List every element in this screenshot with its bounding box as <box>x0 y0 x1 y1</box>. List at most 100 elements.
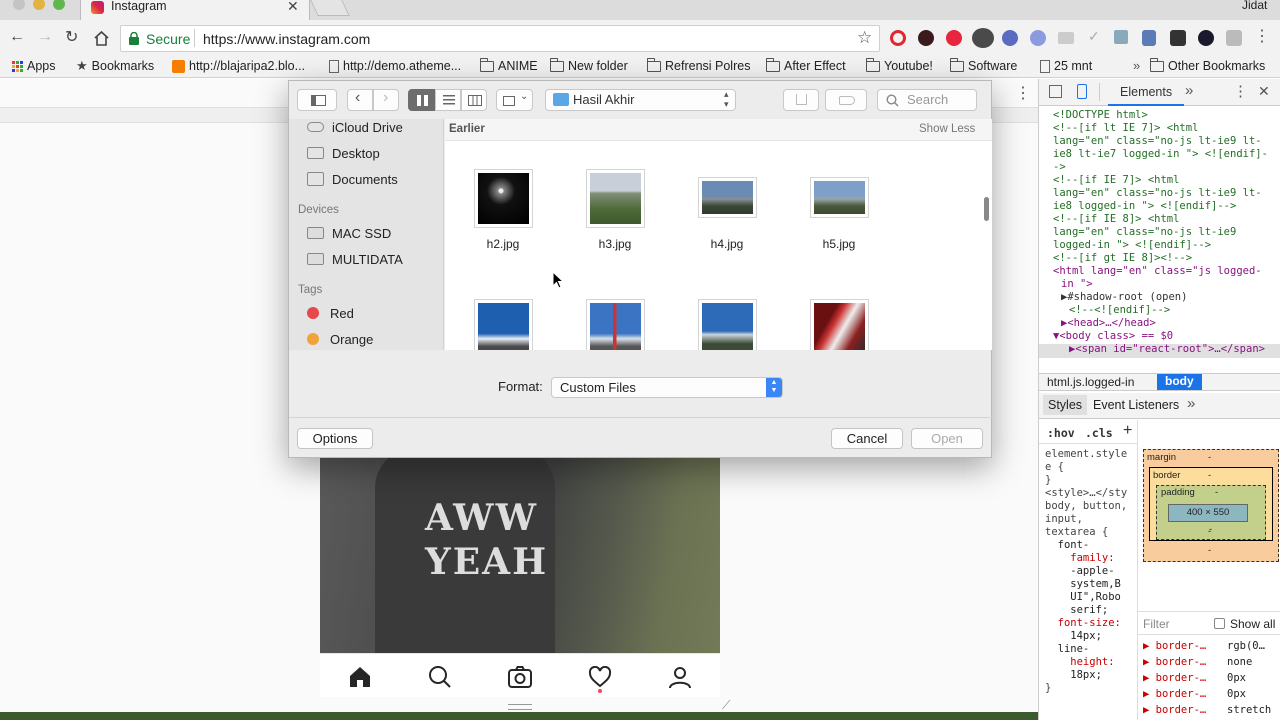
bookmark-after-effect[interactable]: After Effect <box>765 57 846 74</box>
computed-list[interactable]: ▶ border-… rgb(0… ▶ border-… none ▶ border-…… <box>1143 640 1280 720</box>
resize-handle[interactable] <box>508 704 532 710</box>
dom-tree-line[interactable]: ▶#shadow-root (open) <box>1043 291 1280 304</box>
column-view-button[interactable] <box>461 89 487 111</box>
show-all-checkbox[interactable] <box>1214 618 1225 629</box>
share-button[interactable] <box>783 89 819 111</box>
box-model-border[interactable]: border - padding - 400 × 550 - - <box>1149 467 1273 541</box>
file-name-h4[interactable]: h4.jpg <box>687 237 767 251</box>
video-extension-icon[interactable] <box>1058 32 1074 44</box>
tab-instagram[interactable]: Instagram ✕ <box>80 0 310 20</box>
sidebar-item-documents[interactable]: Documents <box>307 169 398 189</box>
dom-tree-line[interactable]: ie8 logged-in "> <![endif]--> <box>1043 200 1280 213</box>
file-name-h2[interactable]: h2.jpg <box>463 237 543 251</box>
url-text[interactable]: https://www.instagram.com <box>203 31 370 47</box>
inspect-icon[interactable] <box>1049 85 1062 98</box>
dom-tree-line[interactable]: <!--[if IE 8]> <html <box>1043 213 1280 226</box>
bookmark-refrensi-polres[interactable]: Refrensi Polres <box>646 57 750 74</box>
ninja-extension-icon[interactable] <box>918 30 934 46</box>
dom-tree-line[interactable]: <html lang="en" class="js logged- <box>1043 265 1280 278</box>
file-thumb-h4[interactable] <box>698 177 757 218</box>
chevron-extension-icon[interactable] <box>1002 30 1018 46</box>
reload-icon[interactable]: ↻ <box>65 27 78 47</box>
bookmark-bookmarks[interactable]: ★ Bookmarks <box>76 58 154 74</box>
sidebar-item-icloud[interactable]: iCloud Drive <box>307 119 403 137</box>
breadcrumb-html[interactable]: html.js.logged-in <box>1047 375 1134 389</box>
device-toolbar-icon[interactable] <box>1077 84 1087 99</box>
event-listeners-tab[interactable]: Event Listeners <box>1093 398 1179 412</box>
format-select[interactable]: Custom Files ▲ ▼ <box>551 377 783 398</box>
more-tabs-icon[interactable]: » <box>1185 82 1193 99</box>
home-icon[interactable] <box>93 30 110 46</box>
pulse-extension-icon[interactable] <box>1198 30 1214 46</box>
more-subtabs-icon[interactable]: » <box>1187 395 1195 412</box>
dom-tree-line[interactable]: <!--[if IE 7]> <html <box>1043 174 1280 187</box>
list-view-button[interactable] <box>435 89 461 111</box>
dom-tree-line[interactable]: ▼<body class> == $0 <box>1043 330 1280 343</box>
styles-pane[interactable]: element.style e {} <style>…</sty body, butt… <box>1045 448 1137 720</box>
computed-property-row[interactable]: ▶ border-… stretch <box>1143 704 1280 720</box>
style-rule-line[interactable]: font- <box>1045 539 1137 552</box>
computed-property-row[interactable]: ▶ border-… rgb(0… <box>1143 640 1280 656</box>
sidebar-toggle-button[interactable] <box>297 89 337 111</box>
menu-icon[interactable]: ⋮ <box>1254 26 1270 46</box>
tag-button[interactable] <box>825 89 867 111</box>
file-name-h3[interactable]: h3.jpg <box>575 237 655 251</box>
style-rule-line[interactable]: UI",Robo <box>1045 591 1137 604</box>
search-field[interactable]: Search <box>877 89 977 111</box>
computed-property-row[interactable]: ▶ border-… 0px <box>1143 688 1280 704</box>
style-rule-line[interactable]: system,B <box>1045 578 1137 591</box>
dom-tree-line[interactable]: ▶<span id="react-root">…</span> <box>1043 343 1280 356</box>
elements-tab[interactable]: Elements <box>1120 85 1172 99</box>
file-thumb-row2-3[interactable] <box>698 299 757 350</box>
pocket-extension-icon[interactable] <box>946 30 962 46</box>
arrange-button[interactable]: ⌄ <box>496 89 533 111</box>
bookmark-new-folder[interactable]: New folder <box>549 57 628 74</box>
options-button[interactable]: Options <box>297 428 373 449</box>
style-rule-line[interactable]: line- <box>1045 643 1137 656</box>
home-icon[interactable] <box>348 666 372 688</box>
dom-tree-line[interactable]: ▶<head>…</head> <box>1043 317 1280 330</box>
style-rule-line[interactable]: 18px; <box>1045 669 1137 682</box>
new-tab-button[interactable] <box>310 0 350 16</box>
sidebar-item-mac-ssd[interactable]: MAC SSD <box>307 223 391 243</box>
page-menu-icon[interactable]: ⋮ <box>1015 83 1031 103</box>
computed-filter-input[interactable]: Filter <box>1143 617 1170 631</box>
bookmark-apps[interactable]: Apps <box>12 58 56 74</box>
show-less-link[interactable]: Show Less <box>919 123 975 135</box>
dom-tree-line[interactable]: <!--[if lt IE 7]> <html <box>1043 122 1280 135</box>
dom-tree-line[interactable]: logged-in "> <![endif]--> <box>1043 239 1280 252</box>
style-rule-line[interactable]: body, button, <box>1045 500 1137 513</box>
profile-icon[interactable] <box>668 665 692 689</box>
file-thumb-h2[interactable] <box>474 169 533 228</box>
sidebar-item-desktop[interactable]: Desktop <box>307 143 380 163</box>
sidebar-item-tag-red[interactable]: Red <box>307 303 354 323</box>
devtools-menu-icon[interactable]: ⋮ <box>1233 82 1248 100</box>
bookmark-other[interactable]: Other Bookmarks <box>1149 57 1265 74</box>
dom-tree-line[interactable]: ie8 lt-ie7 logged-in "> <![endif]- <box>1043 148 1280 161</box>
cls-toggle[interactable]: .cls <box>1085 426 1113 440</box>
cancel-button[interactable]: Cancel <box>831 428 903 449</box>
check-extension-icon[interactable]: ✓ <box>1088 28 1100 45</box>
style-rule-line[interactable]: font-size: <box>1045 617 1137 630</box>
bookmark-demo[interactable]: http://demo.atheme... <box>329 58 461 74</box>
sidebar-item-tag-orange[interactable]: Orange <box>307 329 373 349</box>
dom-tree-line[interactable]: <!--[if gt IE 8]><!--> <box>1043 252 1280 265</box>
camera-icon[interactable] <box>508 666 532 688</box>
breadcrumb-body[interactable]: body <box>1157 374 1202 390</box>
post-photo[interactable]: AWW YEAH <box>320 458 720 653</box>
dom-tree-line[interactable]: lang="en" class="no-js lt-ie9 lt- <box>1043 135 1280 148</box>
bookmark-25-mnt[interactable]: 25 mnt <box>1040 58 1092 74</box>
file-thumb-row2-4[interactable] <box>810 299 869 350</box>
icon-view-button[interactable] <box>408 89 435 111</box>
styles-tab[interactable]: Styles <box>1043 395 1088 415</box>
more-bookmarks-icon[interactable]: » <box>1133 58 1140 73</box>
search-icon[interactable] <box>428 665 452 689</box>
style-rule-line[interactable]: element.style <box>1045 448 1137 461</box>
style-rule-line[interactable]: } <box>1045 474 1137 487</box>
file-thumb-row2-2[interactable] <box>586 299 645 350</box>
file-thumb-row2-1[interactable] <box>474 299 533 350</box>
style-rule-line[interactable]: serif; <box>1045 604 1137 617</box>
dom-tree-line[interactable]: lang="en" class="no-js lt-ie9 lt- <box>1043 187 1280 200</box>
dom-tree-line[interactable]: lang="en" class="no-js lt-ie9 <box>1043 226 1280 239</box>
opera-extension-icon[interactable] <box>890 30 906 46</box>
